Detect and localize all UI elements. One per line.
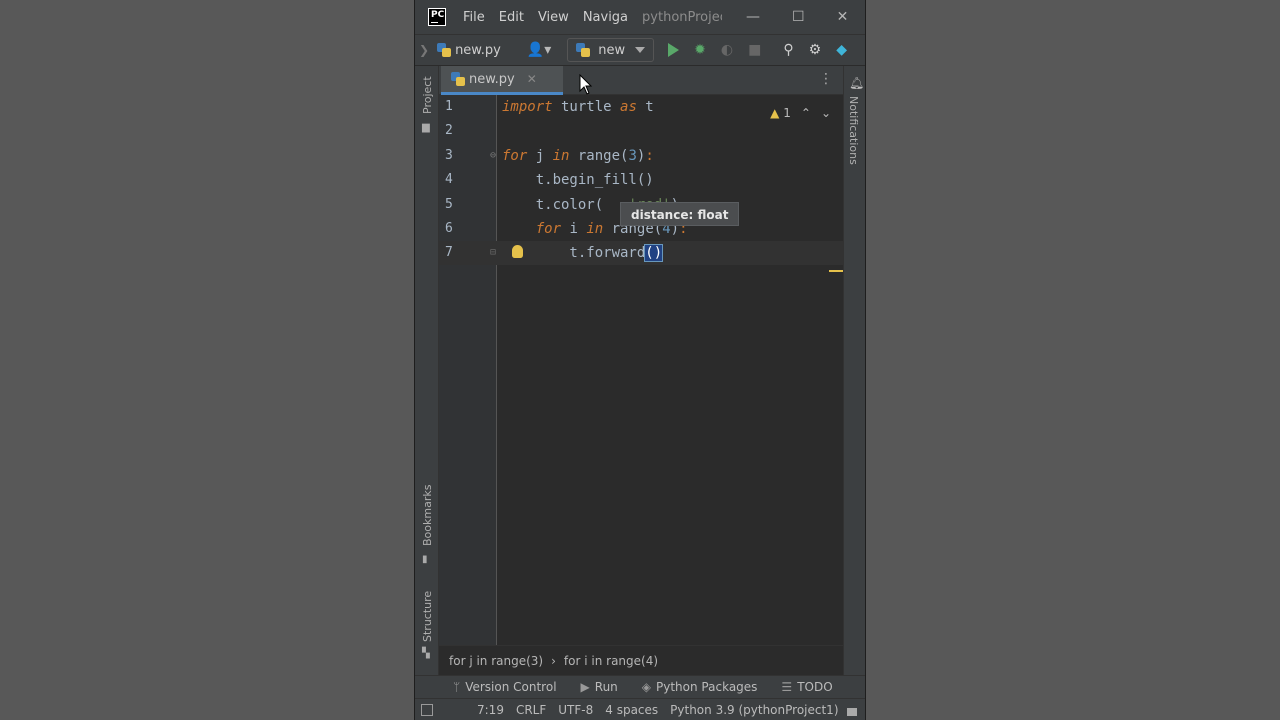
structure-icon: ▚: [422, 648, 430, 659]
breadcrumb: for j in range(3) › for i in range(4): [439, 645, 843, 675]
version-control-icon: ᛘ: [453, 680, 461, 694]
fold-icon[interactable]: ⊖: [490, 144, 496, 168]
code-line: 2: [439, 119, 843, 143]
left-backdrop: [0, 0, 414, 720]
pycharm-window: PC File Edit View Naviga pythonProjec — …: [414, 0, 866, 720]
tool-window-bar: ᛘ Version Control ▶ Run ◈ Python Packages ☰…: [415, 675, 865, 698]
line-separator[interactable]: CRLF: [516, 703, 546, 717]
python-icon: [576, 43, 591, 57]
line-number: 7: [445, 245, 453, 260]
interpreter-selector[interactable]: Python 3.9 (pythonProject1): [670, 703, 838, 717]
code-line: 4 t.begin_fill(): [439, 168, 843, 192]
chevron-right-icon: ›: [551, 653, 556, 668]
breadcrumb-item[interactable]: for j in range(3): [449, 654, 543, 668]
run-icon: ▶: [580, 680, 590, 694]
breadcrumb-item[interactable]: for i in range(4): [564, 654, 658, 668]
tab-new-py[interactable]: new.py ✕: [441, 66, 563, 95]
python-packages-button[interactable]: ◈ Python Packages: [642, 680, 758, 694]
code-line-current: 7 ⊟ t.forward(): [439, 241, 843, 265]
structure-tool-button[interactable]: Structure: [421, 591, 434, 642]
file-encoding[interactable]: UTF-8: [558, 703, 593, 717]
chevron-right-icon: ❯: [419, 43, 430, 57]
line-number: 5: [445, 197, 453, 212]
search-icon[interactable]: ⚲: [783, 42, 793, 58]
version-control-button[interactable]: ᛘ Version Control: [453, 680, 557, 694]
close-tab-icon[interactable]: ✕: [527, 72, 537, 86]
warning-stripe-mark[interactable]: [829, 270, 843, 272]
python-file-icon: [437, 43, 452, 57]
python-file-icon: [451, 72, 465, 86]
chevron-down-icon: [635, 47, 646, 53]
user-icon[interactable]: 👤▾: [527, 42, 551, 58]
run-config-label: new: [598, 42, 626, 58]
tab-label: new.py: [469, 71, 515, 87]
caret-position[interactable]: 7:19: [477, 703, 504, 717]
menu-edit[interactable]: Edit: [499, 10, 524, 25]
notifications-tool-button[interactable]: Notifications: [847, 96, 860, 165]
right-backdrop: [866, 0, 1280, 720]
bookmark-icon: ▮: [422, 554, 428, 565]
status-bar: 7:19 CRLF UTF-8 4 spaces Python 3.9 (pyt…: [415, 698, 865, 720]
run-icon[interactable]: [668, 43, 680, 57]
fold-end-icon[interactable]: ⊟: [490, 241, 496, 265]
navbar-file-label: new.py: [455, 42, 501, 58]
run-config-select[interactable]: new: [567, 38, 655, 62]
main-toolbar: ❯ new.py 👤▾ new ✹ ◐ ■ ⚲ ⚙ ◆: [415, 34, 865, 66]
editor-tabs: new.py ✕ ⋮: [439, 66, 843, 95]
packages-icon: ◈: [641, 680, 652, 694]
bookmarks-tool-button[interactable]: Bookmarks: [421, 485, 434, 546]
warning-icon: ▲: [770, 106, 780, 120]
line-number: 2: [445, 123, 453, 138]
main-menu: File Edit View Naviga: [463, 10, 628, 25]
todo-button[interactable]: ☰ TODO: [781, 680, 832, 694]
minimize-icon[interactable]: —: [746, 9, 760, 25]
right-tool-stripe: 🔔︎ Notifications: [843, 66, 865, 696]
menu-file[interactable]: File: [463, 10, 485, 25]
pycharm-logo-icon: PC: [428, 8, 446, 26]
close-icon[interactable]: ✕: [837, 9, 849, 25]
left-tool-stripe: Project ▆ Bookmarks ▮ Structure ▚: [415, 66, 439, 696]
menu-view[interactable]: View: [538, 10, 569, 25]
window-controls: — ☐ ✕: [746, 9, 848, 25]
indent-setting[interactable]: 4 spaces: [605, 703, 658, 717]
warning-count: 1: [783, 106, 791, 120]
more-vertical-icon[interactable]: ⋮: [819, 71, 833, 87]
debug-icon[interactable]: ✹: [694, 42, 706, 58]
title-bar: PC File Edit View Naviga pythonProjec — …: [415, 0, 865, 34]
project-tool-button[interactable]: Project: [421, 76, 434, 114]
maximize-icon[interactable]: ☐: [792, 9, 805, 25]
menu-navigate[interactable]: Naviga: [583, 10, 628, 25]
line-number: 4: [445, 172, 453, 187]
line-number: 6: [445, 221, 453, 236]
code-line: 1 import turtle as t ▲ 1 ⌃ ⌄: [439, 95, 843, 120]
stop-icon[interactable]: ■: [748, 42, 761, 58]
coverage-icon[interactable]: ◐: [721, 42, 733, 58]
folder-icon: ▆: [422, 122, 430, 133]
navbar-file[interactable]: new.py: [437, 43, 501, 58]
tool-windows-toggle-icon[interactable]: [421, 703, 433, 716]
todo-icon: ☰: [781, 680, 793, 694]
parameter-info-tooltip: distance: float: [620, 202, 740, 226]
plugin-icon[interactable]: ◆: [836, 42, 847, 58]
line-number: 3: [445, 148, 453, 163]
code-line: 3 ⊖ for j in range(3):: [439, 144, 843, 168]
gear-icon[interactable]: ⚙: [809, 42, 822, 58]
project-title: pythonProjec: [642, 9, 723, 25]
bell-icon[interactable]: 🔔︎: [849, 76, 864, 90]
lock-icon[interactable]: [846, 707, 857, 716]
mouse-cursor-icon: [579, 74, 593, 95]
code-editor[interactable]: 1 import turtle as t ▲ 1 ⌃ ⌄ 2 3 ⊖ for j…: [439, 95, 843, 645]
line-number: 1: [445, 99, 453, 114]
run-button[interactable]: ▶ Run: [581, 680, 618, 694]
